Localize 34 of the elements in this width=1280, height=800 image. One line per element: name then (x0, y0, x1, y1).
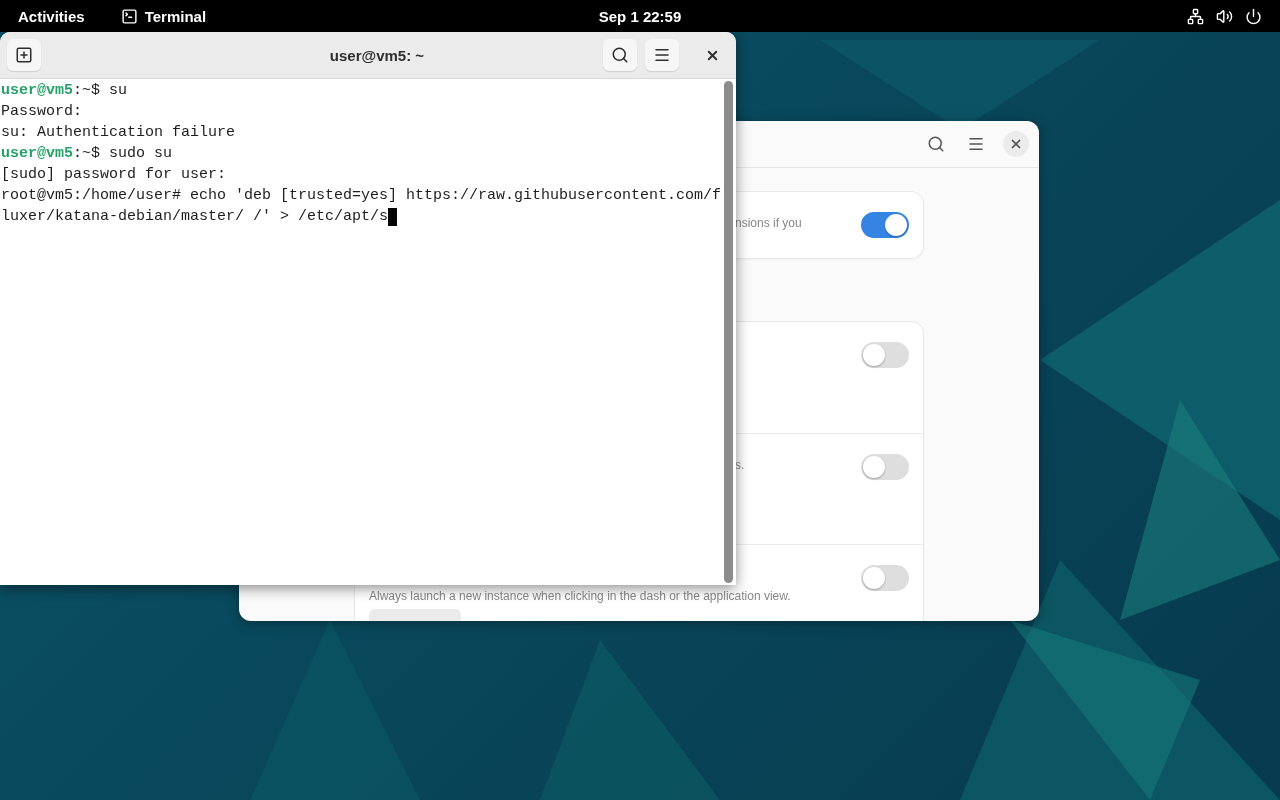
search-icon (611, 46, 629, 64)
terminal-text: [sudo] password for user: (1, 165, 227, 185)
clock[interactable]: Sep 1 22:59 (598, 7, 682, 25)
prompt-text: user@vm5 (1, 144, 73, 164)
terminal-icon (120, 7, 138, 25)
search-button[interactable] (603, 39, 637, 71)
search-icon[interactable] (927, 135, 945, 153)
toggle-switch[interactable] (861, 565, 909, 591)
row-description: nsions if you (735, 216, 802, 230)
terminal-text: su: Authentication failure (1, 123, 236, 143)
toggle-switch[interactable] (861, 212, 909, 238)
network-icon[interactable] (1187, 7, 1204, 25)
terminal-text: Password: (1, 102, 82, 122)
new-tab-button[interactable] (7, 39, 41, 71)
scrollbar[interactable] (724, 81, 733, 583)
menu-button[interactable] (645, 39, 679, 71)
activities-button[interactable]: Activities (18, 7, 85, 25)
terminal-text: :~$ sudo su (73, 144, 173, 164)
app-menu[interactable]: Terminal (144, 7, 207, 25)
plus-icon (15, 46, 33, 64)
power-icon[interactable] (1245, 7, 1262, 25)
terminal-text: luxer/katana-debian/master/ /' > /etc/apt/s (1, 207, 389, 227)
window-title: user@vm5: ~ (328, 46, 426, 64)
terminal-text: root@vm5:/home/user# echo 'deb [trusted=yes] https://raw.githubusercontent.com/f (1, 186, 722, 206)
close-icon[interactable] (1009, 137, 1023, 151)
volume-icon[interactable] (1216, 7, 1233, 25)
row-description: Always launch a new instance when clicking in the dash or the application view. (369, 589, 791, 603)
menu-icon[interactable] (967, 135, 985, 153)
toggle-switch[interactable] (861, 454, 909, 480)
terminal-text: :~$ su (73, 81, 128, 101)
toggle-switch[interactable] (861, 342, 909, 368)
prompt-text: user@vm5 (1, 81, 73, 101)
menu-icon (653, 46, 671, 64)
row-description: s. (735, 458, 745, 472)
